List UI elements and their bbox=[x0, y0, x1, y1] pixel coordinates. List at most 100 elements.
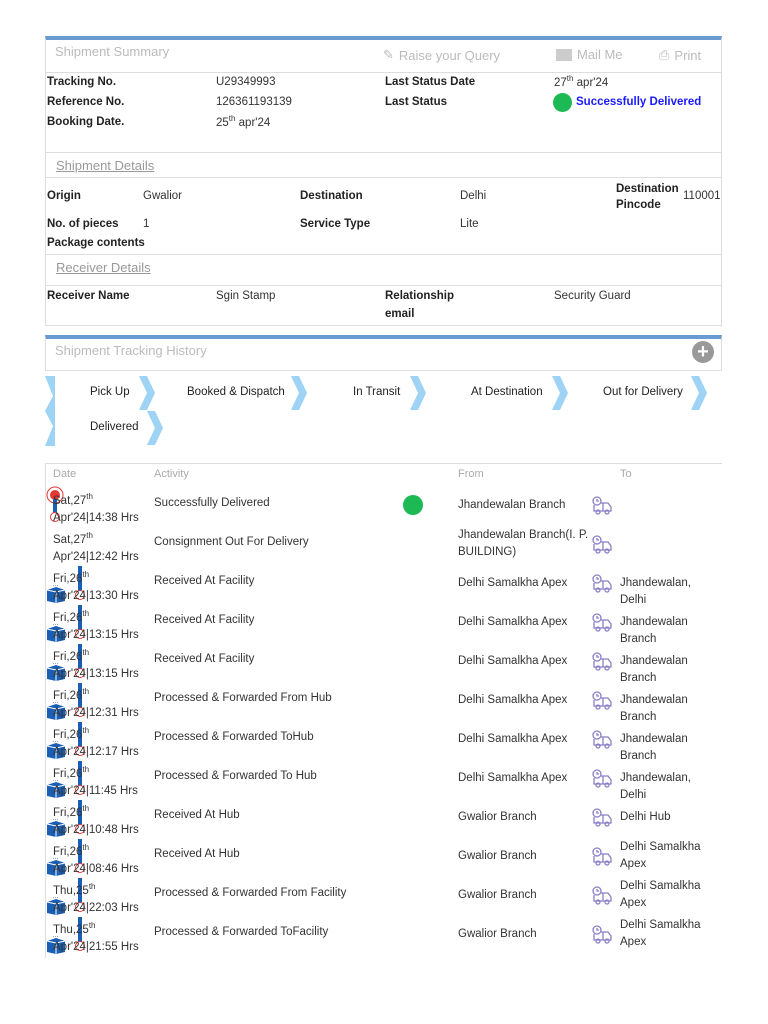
row-date: Fri,26th Apr'24|13:30 Hrs bbox=[53, 570, 139, 602]
tracking-label: Tracking No. bbox=[47, 76, 117, 88]
print-label: Print bbox=[674, 47, 702, 63]
last-status-value: Successfully Delivered bbox=[576, 96, 702, 108]
truck-icon bbox=[592, 847, 612, 866]
table-row: Fri,26th Apr'24|12:17 Hrs Processed & For… bbox=[45, 719, 722, 762]
row-from: Gwalior Branch bbox=[458, 889, 537, 901]
truck-icon bbox=[592, 535, 612, 554]
row-activity: Received At Facility bbox=[154, 653, 255, 665]
table-row: Sat,27th Apr'24|14:38 Hrs Successfully De… bbox=[45, 485, 722, 524]
row-date: Fri,26th Apr'24|13:15 Hrs bbox=[53, 648, 139, 680]
row-from: Gwalior Branch bbox=[458, 928, 537, 940]
row-date: Fri,26th Apr'24|11:45 Hrs bbox=[53, 765, 138, 797]
step-5: Delivered bbox=[90, 421, 139, 433]
reference-label: Reference No. bbox=[47, 96, 125, 108]
contents-label: Package contents bbox=[47, 237, 145, 249]
table-row: Fri,26th Apr'24|11:45 Hrs Processed & For… bbox=[45, 758, 722, 801]
receiver-details-title[interactable]: Receiver Details bbox=[56, 260, 151, 275]
service-label: Service Type bbox=[300, 218, 371, 230]
row-from: Jhandewalan Branch(I. P. BUILDING) bbox=[458, 529, 589, 558]
row-activity: Received At Facility bbox=[154, 575, 255, 587]
header-from: From bbox=[458, 468, 484, 480]
table-row: Fri,26th Apr'24|12:31 Hrs Processed & For… bbox=[45, 680, 722, 723]
truck-icon bbox=[592, 652, 612, 671]
shipment-details-title[interactable]: Shipment Details bbox=[56, 158, 154, 173]
chevron-icon bbox=[552, 376, 568, 410]
row-activity: Processed & Forwarded From Facility bbox=[154, 887, 347, 899]
divider bbox=[45, 72, 722, 73]
relationship-value: Security Guard bbox=[554, 290, 631, 302]
row-activity: Received At Facility bbox=[154, 614, 255, 626]
row-date: Sat,27th Apr'24|14:38 Hrs bbox=[53, 492, 139, 524]
row-date: Fri,26th Apr'24|12:17 Hrs bbox=[53, 726, 139, 758]
table-row: Thu,25th Apr'24|22:03 Hrs Processed & For… bbox=[45, 875, 722, 915]
pincode-value: 110001 bbox=[683, 190, 721, 202]
table-row: Fri,26th Apr'24|13:15 Hrs Received At Fac… bbox=[45, 641, 722, 684]
print-button[interactable]: ⎙ Print bbox=[659, 47, 701, 63]
row-from: Jhandewalan Branch bbox=[458, 499, 566, 511]
booking-label: Booking Date. bbox=[47, 116, 125, 128]
step-3: At Destination bbox=[471, 386, 543, 398]
row-date: Thu,25th Apr'24|21:55 Hrs bbox=[53, 921, 139, 953]
booking-value: 25th apr'24 bbox=[216, 114, 271, 129]
row-from: Delhi Samalkha Apex bbox=[458, 694, 568, 706]
row-from: Delhi Samalkha Apex bbox=[458, 772, 568, 784]
row-from: Delhi Samalkha Apex bbox=[458, 577, 568, 589]
last-status-date-label: Last Status Date bbox=[385, 76, 476, 88]
truck-icon bbox=[592, 574, 612, 593]
step-4: Out for Delivery bbox=[603, 386, 683, 398]
row-to: Delhi Samalkha Apex bbox=[620, 919, 701, 948]
truck-icon bbox=[592, 769, 612, 788]
pieces-label: No. of pieces bbox=[47, 218, 119, 230]
shipment-summary-title: Shipment Summary bbox=[55, 44, 170, 59]
shipment-details-header: Shipment Details bbox=[45, 152, 722, 178]
table-row: Thu,25th Apr'24|21:55 Hrs Processed & For… bbox=[45, 914, 722, 954]
raise-query-button[interactable]: ✎ Raise your Query bbox=[383, 47, 500, 63]
mail-me-label: Mail Me bbox=[577, 47, 623, 62]
row-date: Thu,25th Apr'24|22:03 Hrs bbox=[53, 882, 139, 914]
reference-value: 126361193139 bbox=[216, 96, 292, 108]
origin-value: Gwalior bbox=[143, 190, 182, 202]
raise-query-label: Raise your Query bbox=[398, 47, 501, 63]
truck-icon bbox=[592, 925, 612, 944]
row-to: Delhi Hub bbox=[620, 811, 671, 823]
row-from: Gwalior Branch bbox=[458, 811, 537, 823]
receiver-details-header: Receiver Details bbox=[45, 254, 722, 286]
expand-plus-icon[interactable]: + bbox=[692, 341, 714, 363]
truck-icon bbox=[592, 691, 612, 710]
status-dot-icon bbox=[553, 93, 572, 112]
mail-me-button[interactable]: Mail Me bbox=[556, 47, 623, 62]
header-to: To bbox=[620, 468, 632, 480]
truck-icon bbox=[592, 613, 612, 632]
table-row: Fri,26th Apr'24|08:46 Hrs Received At Hub… bbox=[45, 836, 722, 876]
tracking-history-title: Shipment Tracking History bbox=[55, 343, 207, 358]
truck-icon bbox=[592, 730, 612, 749]
truck-icon bbox=[592, 808, 612, 827]
chevron-icon bbox=[291, 376, 307, 410]
tracking-value: U29349993 bbox=[216, 76, 276, 88]
row-from: Delhi Samalkha Apex bbox=[458, 733, 568, 745]
row-from: Gwalior Branch bbox=[458, 850, 537, 862]
pieces-value: 1 bbox=[143, 218, 150, 230]
row-to: Delhi Samalkha Apex bbox=[620, 880, 701, 909]
row-activity: Processed & Forwarded To Hub bbox=[154, 770, 317, 782]
header-activity: Activity bbox=[154, 468, 189, 480]
row-activity: Received At Hub bbox=[154, 809, 240, 821]
chevron-icon bbox=[410, 376, 426, 410]
row-to: Delhi Samalkha Apex bbox=[620, 841, 701, 870]
step-1: Booked & Dispatch bbox=[187, 386, 285, 398]
table-row: Fri,26th Apr'24|13:15 Hrs Received At Fac… bbox=[45, 602, 722, 645]
chevron-icon bbox=[45, 376, 55, 446]
last-status-date-value: 27th apr'24 bbox=[554, 74, 609, 89]
truck-icon bbox=[592, 886, 612, 905]
receiver-name-label: Receiver Name bbox=[47, 290, 130, 302]
printer-icon: ⎙ bbox=[659, 47, 670, 62]
table-row: Fri,26th Apr'24|10:48 Hrs Received At Hub… bbox=[45, 797, 722, 837]
divider bbox=[45, 463, 722, 464]
chevron-icon bbox=[139, 376, 155, 410]
row-from: Delhi Samalkha Apex bbox=[458, 616, 568, 628]
chevron-icon bbox=[147, 411, 163, 445]
chevron-icon bbox=[691, 376, 707, 410]
row-date: Sat,27th Apr'24|12:42 Hrs bbox=[53, 531, 139, 563]
relationship-label: Relationship bbox=[385, 290, 455, 302]
row-date: Fri,26th Apr'24|12:31 Hrs bbox=[53, 687, 139, 719]
